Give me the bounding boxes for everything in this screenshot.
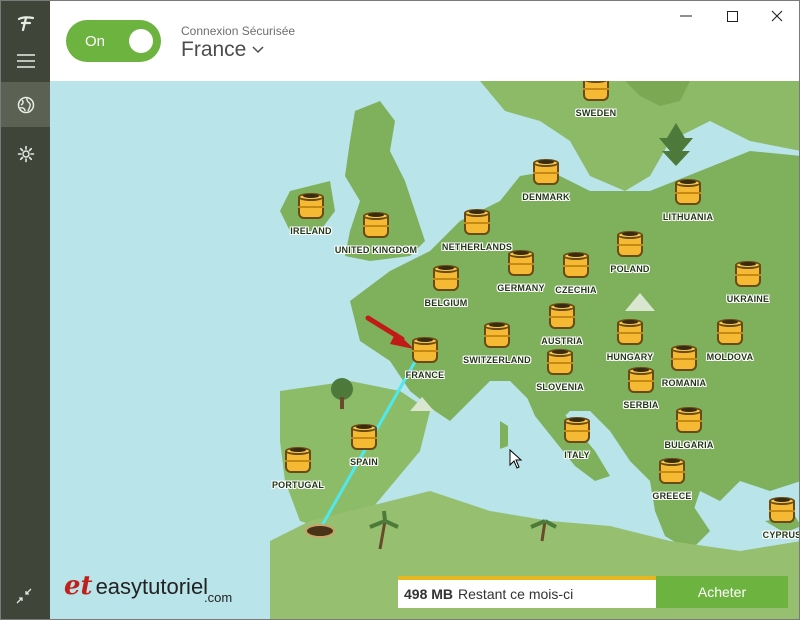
- menu-icon[interactable]: [1, 38, 50, 83]
- server-map[interactable]: SWEDEN DENMARK LITHUANIA IRELAND UNITED …: [50, 81, 799, 619]
- chevron-down-icon: [252, 46, 264, 54]
- map-globe-icon[interactable]: [1, 82, 50, 127]
- server-marker-lithuania[interactable]: LITHUANIA: [628, 179, 748, 225]
- connection-status: Connexion Sécurisée: [181, 24, 296, 38]
- maximize-button[interactable]: [717, 4, 747, 28]
- logo-mark: et: [64, 571, 93, 601]
- server-marker-poland[interactable]: POLAND: [570, 231, 690, 277]
- server-marker-netherlands[interactable]: NETHERLANDS: [417, 209, 537, 255]
- sidebar: [1, 1, 50, 619]
- data-amount: 498 MB: [404, 586, 454, 602]
- server-marker-sweden[interactable]: SWEDEN: [536, 81, 656, 121]
- server-marker-ukraine[interactable]: UKRAINE: [688, 261, 799, 307]
- server-marker-bulgaria[interactable]: BULGARIA: [629, 407, 749, 453]
- header: On Connexion Sécurisée France: [50, 1, 799, 81]
- buy-button[interactable]: Acheter: [656, 576, 788, 608]
- server-marker-italy[interactable]: ITALY: [517, 417, 637, 463]
- tunnelbear-window: On Connexion Sécurisée France SWEDEN DEN…: [0, 0, 800, 620]
- toggle-label: On: [85, 32, 106, 50]
- server-marker-cyprus[interactable]: CYPRUS: [722, 497, 799, 543]
- logo-suffix: .com: [204, 590, 233, 605]
- server-marker-greece[interactable]: GREECE: [612, 458, 732, 504]
- logo-text: easytutoriel: [95, 574, 209, 599]
- server-marker-portugal[interactable]: PORTUGAL: [238, 447, 358, 493]
- settings-gear-icon[interactable]: [1, 131, 50, 176]
- vpn-toggle[interactable]: On: [66, 20, 161, 62]
- close-button[interactable]: [762, 4, 792, 28]
- toggle-knob: [129, 29, 153, 53]
- compact-mode-icon[interactable]: [15, 587, 33, 610]
- data-remaining-label: Restant ce mois-ci: [458, 586, 574, 602]
- easytutoriel-logo: et easytutoriel .com: [64, 571, 232, 605]
- mouse-cursor-icon: [509, 449, 523, 469]
- server-marker-belgium[interactable]: BELGIUM: [386, 265, 506, 311]
- country-selector[interactable]: France: [181, 38, 264, 62]
- data-remaining-bar: 498 MB Restant ce mois-ci: [398, 576, 656, 608]
- server-marker-denmark[interactable]: DENMARK: [486, 159, 606, 205]
- selected-country: France: [181, 38, 247, 61]
- minimize-button[interactable]: [671, 4, 701, 28]
